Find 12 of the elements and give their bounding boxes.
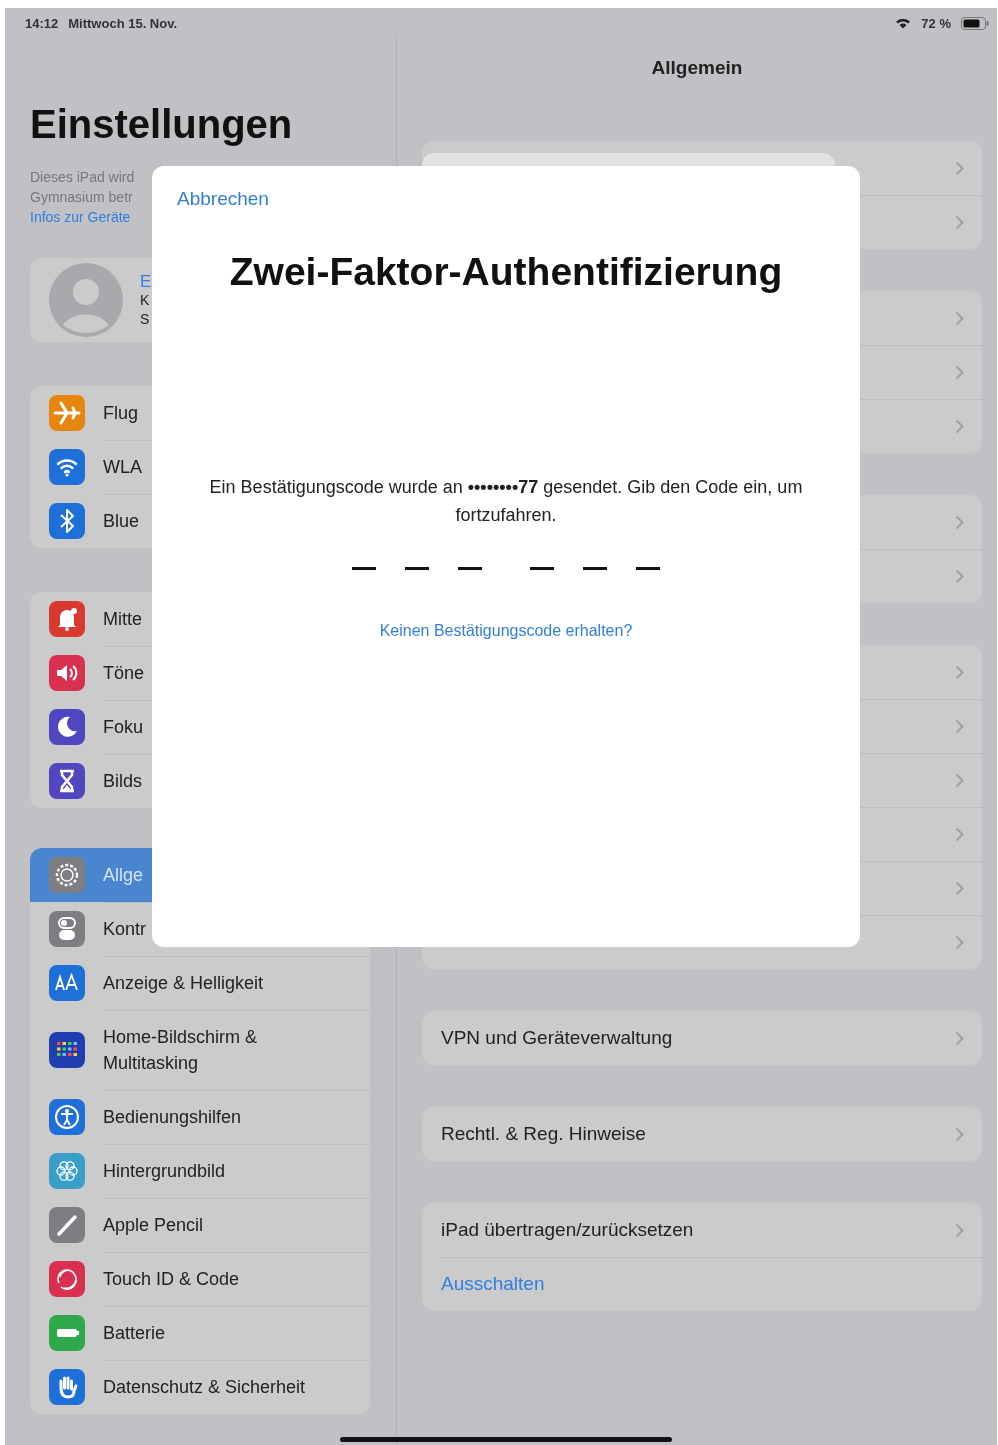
description-text: Dieses iPad wird [30,168,135,187]
profile-name: E [140,271,152,291]
status-time: 14:12 [25,15,59,31]
dialog-title: Zwei-Faktor-Authentifizierung [229,249,783,295]
profile-text: S [140,309,151,329]
status-date: Mittwoch 15. Nov. [68,15,178,31]
dialog-message: Ein Bestätigungscode wurde an ••••••••77 gesendet. Gib den Code ein, um fortzufahren. [208,476,804,527]
description-text: Gymnasium betr [30,188,133,207]
battery-percentage: 72 % [921,15,951,31]
page-title: Allgemein [650,56,744,80]
profile-text: K [140,290,151,310]
settings-title: Einstellungen [30,101,294,148]
